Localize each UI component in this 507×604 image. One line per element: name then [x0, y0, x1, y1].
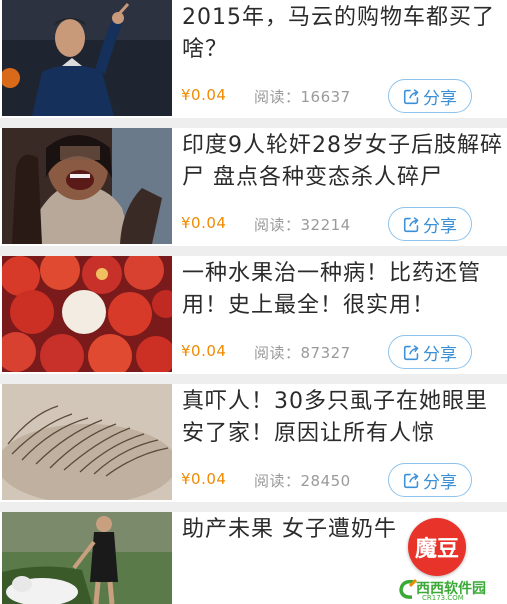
reward-price: ¥0.04	[181, 342, 227, 360]
share-icon	[403, 216, 419, 232]
read-count: 阅读：16637	[254, 88, 351, 106]
feed-item[interactable]: 2015年，马云的购物车都买了啥？ ¥0.04 阅读：16637 分享	[0, 0, 507, 118]
share-label: 分享	[423, 472, 457, 493]
share-icon	[403, 88, 419, 104]
watermark-sub: CR173.COM	[422, 594, 464, 602]
read-count: 阅读：87327	[254, 344, 351, 362]
article-title[interactable]: 真吓人！30多只虱子在她眼里安了家！原因让所有人惊	[182, 386, 504, 450]
reward-price: ¥0.04	[181, 86, 227, 104]
divider	[0, 502, 507, 512]
share-label: 分享	[423, 88, 457, 109]
share-label: 分享	[423, 344, 457, 365]
article-title[interactable]: 一种水果治一种病！比药还管用！史上最全！很实用！	[182, 258, 504, 322]
article-title[interactable]: 印度9人轮奸28岁女子后肢解碎尸 盘点各种变态杀人碎尸	[182, 130, 504, 194]
watermark-icon	[399, 578, 418, 599]
reward-price: ¥0.04	[181, 214, 227, 232]
article-thumbnail[interactable]	[2, 256, 172, 372]
divider	[0, 118, 507, 128]
feed-item[interactable]: 真吓人！30多只虱子在她眼里安了家！原因让所有人惊 ¥0.04 阅读：28450…	[0, 384, 507, 502]
share-button[interactable]: 分享	[388, 335, 472, 369]
divider	[0, 374, 507, 384]
share-button[interactable]: 分享	[388, 207, 472, 241]
share-button[interactable]: 分享	[388, 79, 472, 113]
share-icon	[403, 344, 419, 360]
badge-label: 魔豆	[414, 537, 459, 562]
feed-item[interactable]: 一种水果治一种病！比药还管用！史上最全！很实用！ ¥0.04 阅读：87327 …	[0, 256, 507, 374]
share-button[interactable]: 分享	[388, 463, 472, 497]
modou-app-badge[interactable]: 魔豆	[408, 518, 466, 576]
divider	[0, 246, 507, 256]
article-title[interactable]: 2015年，马云的购物车都买了啥？	[182, 2, 504, 66]
share-label: 分享	[423, 216, 457, 237]
news-feed: 2015年，马云的购物车都买了啥？ ¥0.04 阅读：16637 分享 印度9人…	[0, 0, 507, 604]
read-count: 阅读：32214	[254, 216, 351, 234]
watermark-logo: 西西软件园 CR173.COM	[398, 578, 506, 602]
article-thumbnail[interactable]	[2, 128, 172, 244]
share-icon	[403, 472, 419, 488]
article-thumbnail[interactable]	[2, 0, 172, 116]
article-thumbnail[interactable]	[2, 512, 172, 604]
feed-item[interactable]: 印度9人轮奸28岁女子后肢解碎尸 盘点各种变态杀人碎尸 ¥0.04 阅读：322…	[0, 128, 507, 246]
reward-price: ¥0.04	[181, 470, 227, 488]
article-thumbnail[interactable]	[2, 384, 172, 500]
read-count: 阅读：28450	[254, 472, 351, 490]
